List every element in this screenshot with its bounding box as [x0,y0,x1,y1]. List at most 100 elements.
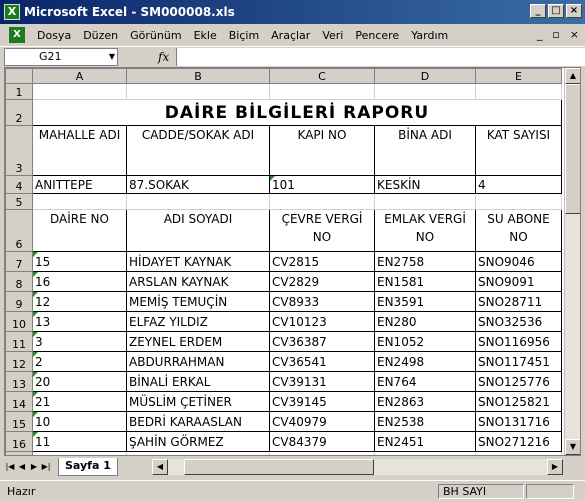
data-cell[interactable]: 11 [32,431,127,452]
cell[interactable] [269,451,375,455]
data-cell[interactable]: 3 [32,331,127,352]
menu-veri[interactable]: Veri [316,29,349,42]
data-cell[interactable]: 13 [32,311,127,332]
scroll-down-icon[interactable]: ▼ [565,439,580,455]
column-header-d[interactable]: D [374,68,476,84]
row-header[interactable]: 9 [5,291,33,312]
cell[interactable] [269,193,375,210]
data-cell[interactable]: SNO28711 [475,291,562,312]
row-header[interactable]: 3 [5,125,33,176]
data-cell[interactable]: CV36541 [269,351,375,372]
header-su-abone[interactable]: SU ABONE NO [475,209,562,252]
row-header[interactable]: 10 [5,311,33,332]
column-header-a[interactable]: A [32,68,127,84]
cell[interactable] [126,451,270,455]
info-kat[interactable]: 4 [475,175,562,194]
menu-duzen[interactable]: Düzen [77,29,124,42]
data-cell[interactable]: 20 [32,371,127,392]
data-cell[interactable]: 15 [32,251,127,272]
row-header[interactable]: 7 [5,251,33,272]
data-cell[interactable]: EN764 [374,371,476,392]
data-cell[interactable]: BİNALİ ERKAL [126,371,270,392]
data-cell[interactable]: ARSLAN KAYNAK [126,271,270,292]
doc-close-button[interactable]: × [570,28,579,41]
row-header[interactable]: 16 [5,431,33,452]
cell[interactable] [374,193,476,210]
data-cell[interactable]: 12 [32,291,127,312]
info-cadde[interactable]: 87.SOKAK [126,175,270,194]
row-header[interactable]: 17 [5,451,33,455]
data-cell[interactable]: EN1581 [374,271,476,292]
data-cell[interactable]: EN1052 [374,331,476,352]
info-kapi[interactable]: 101 [269,175,375,194]
row-header[interactable]: 6 [5,209,33,252]
data-cell[interactable]: MEMİŞ TEMUÇİN [126,291,270,312]
data-cell[interactable]: CV8933 [269,291,375,312]
data-cell[interactable]: CV36387 [269,331,375,352]
row-header[interactable]: 11 [5,331,33,352]
data-cell[interactable]: EN2863 [374,391,476,412]
cell[interactable] [475,83,562,100]
row-header[interactable]: 13 [5,371,33,392]
data-cell[interactable]: CV2815 [269,251,375,272]
doc-minimize-button[interactable]: _ [537,28,543,41]
data-cell[interactable]: 2 [32,351,127,372]
report-title[interactable]: DAİRE BİLGİLERİ RAPORU [32,99,562,126]
data-cell[interactable]: 10 [32,411,127,432]
vertical-scrollbar[interactable]: ▲ ▼ [564,68,580,455]
data-cell[interactable]: CV39145 [269,391,375,412]
cell[interactable] [126,83,270,100]
data-cell[interactable]: ZEYNEL ERDEM [126,331,270,352]
column-header-b[interactable]: B [126,68,270,84]
column-header-e[interactable]: E [475,68,562,84]
data-cell[interactable]: SNO271216 [475,431,562,452]
data-cell[interactable]: MÜSLİM ÇETİNER [126,391,270,412]
data-cell[interactable]: SNO125776 [475,371,562,392]
data-cell[interactable]: SNO131716 [475,411,562,432]
data-cell[interactable]: CV84379 [269,431,375,452]
menu-yardim[interactable]: Yardım [405,29,454,42]
cell[interactable] [374,83,476,100]
horizontal-scrollbar[interactable]: ◀ ▶ [152,459,563,475]
row-header[interactable]: 14 [5,391,33,412]
header-mahalle[interactable]: MAHALLE ADI [32,125,127,176]
data-cell[interactable]: EN280 [374,311,476,332]
data-cell[interactable]: SNO125821 [475,391,562,412]
info-bina[interactable]: KESKİN [374,175,476,194]
next-sheet-icon[interactable]: ▶ [28,459,40,475]
prev-sheet-icon[interactable]: ◀ [16,459,28,475]
cell[interactable] [269,83,375,100]
cell[interactable] [32,83,127,100]
header-kat[interactable]: KAT SAYISI [475,125,562,176]
close-button[interactable]: × [566,4,582,18]
minimize-button[interactable]: _ [530,4,546,18]
function-icon[interactable]: fx [158,50,169,64]
data-cell[interactable]: ŞAHİN GÖRMEZ [126,431,270,452]
worksheet[interactable]: A B C D E 1 2 DAİRE BİLGİLERİ RAPORU 3 M… [4,67,581,456]
vertical-scroll-thumb[interactable] [565,84,580,214]
data-cell[interactable]: HİDAYET KAYNAK [126,251,270,272]
formula-input[interactable] [176,48,585,66]
cell[interactable] [32,193,127,210]
header-kapi[interactable]: KAPI NO [269,125,375,176]
data-cell[interactable]: ELFAZ YILDIZ [126,311,270,332]
header-adi-soyadi[interactable]: ADI SOYADI [126,209,270,252]
menu-dosya[interactable]: Dosya [31,29,77,42]
data-cell[interactable]: SNO32536 [475,311,562,332]
row-header[interactable]: 15 [5,411,33,432]
data-cell[interactable]: BEDRİ KARAASLAN [126,411,270,432]
scroll-right-icon[interactable]: ▶ [547,459,563,475]
data-cell[interactable]: CV2829 [269,271,375,292]
menu-pencere[interactable]: Pencere [349,29,405,42]
header-bina[interactable]: BİNA ADI [374,125,476,176]
select-all-corner[interactable] [5,68,33,84]
maximize-button[interactable]: □ [548,4,564,18]
doc-restore-button[interactable]: ▫ [552,28,559,41]
header-emlak-vergi[interactable]: EMLAK VERGİ NO [374,209,476,252]
data-cell[interactable]: CV40979 [269,411,375,432]
first-sheet-icon[interactable]: |◀ [4,459,16,475]
scroll-left-icon[interactable]: ◀ [152,459,168,475]
row-header[interactable]: 8 [5,271,33,292]
menu-ekle[interactable]: Ekle [188,29,223,42]
header-daire-no[interactable]: DAİRE NO [32,209,127,252]
